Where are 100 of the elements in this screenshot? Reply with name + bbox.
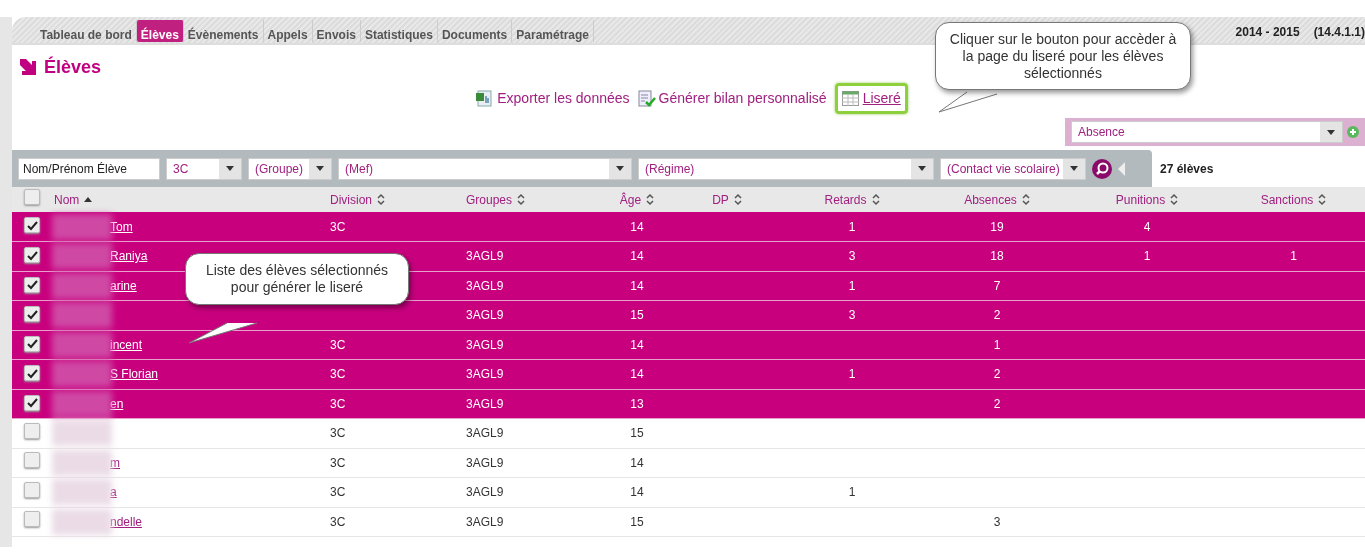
table-cell: 14	[630, 278, 644, 293]
table-cell: 15	[630, 308, 644, 323]
table-cell: 2	[993, 396, 1001, 411]
student-count: 27 élèves	[1159, 160, 1214, 178]
sort-icon	[377, 193, 385, 206]
table-cell: 19	[990, 219, 1004, 234]
sort-icon	[871, 193, 880, 206]
table-cell: 3C	[330, 367, 346, 382]
table-cell: 15	[630, 514, 644, 529]
event-select[interactable]: Absence	[1071, 121, 1343, 143]
table-cell: 3AGL9	[466, 514, 504, 529]
nav-tab[interactable]: Tableau de bord	[36, 20, 137, 42]
action-link[interactable]: Liseré	[834, 83, 908, 114]
redaction-blur	[52, 390, 112, 417]
table-cell: 1	[993, 337, 1001, 352]
row-checkbox[interactable]	[24, 217, 40, 234]
table-cell: 14	[630, 249, 644, 264]
student-name-link[interactable]: S Florian	[110, 365, 159, 384]
check-icon	[26, 219, 38, 231]
action-link[interactable]: Exporter les données	[476, 83, 630, 114]
table-cell: 14	[630, 455, 644, 470]
table-cell: 3AGL9	[466, 367, 504, 382]
table-cell: 14	[630, 337, 644, 352]
caret-icon	[1326, 128, 1336, 136]
table-cell: 2	[993, 367, 1001, 382]
check-icon	[26, 397, 38, 408]
nav-tab[interactable]: Statistiques	[360, 20, 438, 42]
sort-icon	[1318, 193, 1327, 206]
filter-select[interactable]: (Régime)	[638, 157, 934, 180]
student-name-link[interactable]: m	[110, 453, 120, 472]
nav-tab[interactable]: Évènements	[183, 20, 264, 42]
school-year: 2014 - 2015	[1235, 24, 1300, 41]
search-icon[interactable]	[1092, 158, 1112, 179]
redaction-blur	[52, 243, 112, 270]
name-search-field[interactable]: Nom/Prénom Élève	[18, 157, 160, 180]
student-name-link[interactable]: incent	[110, 335, 143, 354]
table-cell: 7	[993, 278, 1001, 293]
table-cell: 3C	[330, 337, 346, 352]
redaction-blur	[52, 331, 112, 358]
row-checkbox[interactable]	[24, 365, 40, 381]
column-header[interactable]: Nom	[54, 190, 93, 209]
row-checkbox[interactable]	[24, 247, 40, 263]
check-icon	[26, 249, 38, 261]
filter-select[interactable]: (Contact vie scolaire)	[940, 157, 1086, 180]
version-number: (14.4.1.1)	[1313, 24, 1365, 41]
spreadsheet-icon	[476, 90, 495, 107]
nav-tab[interactable]: Envois	[312, 20, 361, 42]
student-name-link[interactable]: arine	[110, 276, 137, 295]
table-cell: 1	[848, 485, 856, 500]
student-name-link[interactable]: Tom	[110, 217, 133, 236]
student-name-link[interactable]: Raniya	[110, 247, 148, 266]
row-checkbox[interactable]	[24, 481, 40, 498]
redaction-blur	[52, 302, 112, 329]
table-cell: 3C	[330, 396, 346, 411]
arrow-icon	[20, 59, 36, 75]
action-link[interactable]: Générer bilan personnalisé	[637, 83, 827, 114]
nav-tab[interactable]: Élèves	[136, 20, 184, 42]
redaction-blur	[52, 479, 112, 506]
row-checkbox[interactable]	[24, 335, 40, 352]
check-icon	[26, 308, 38, 320]
table-cell: 3AGL9	[466, 396, 504, 411]
row-checkbox[interactable]	[24, 452, 40, 469]
check-icon	[26, 279, 38, 290]
select-all-checkbox[interactable]	[24, 189, 40, 205]
table-cell: 2	[993, 308, 1001, 323]
check-icon	[26, 338, 38, 349]
redaction-blur	[52, 508, 112, 535]
nav-tab[interactable]: Documents	[437, 20, 513, 42]
filter-select[interactable]: (Groupe)	[248, 157, 332, 180]
sort-icon	[1170, 193, 1179, 206]
filter-select[interactable]: (Mef)	[338, 157, 632, 180]
row-checkbox[interactable]	[24, 306, 40, 322]
row-checkbox[interactable]	[24, 276, 40, 293]
student-name-link[interactable]: ndelle	[110, 512, 143, 531]
row-checkbox[interactable]	[24, 511, 40, 528]
student-name-link[interactable]: en	[110, 394, 124, 413]
table-cell: 15	[630, 426, 644, 441]
table-cell: 3	[848, 249, 856, 264]
table-cell: 3	[848, 308, 856, 323]
redaction-blur	[52, 361, 112, 388]
table-cell: 3C	[330, 455, 346, 470]
sort-icon	[733, 193, 742, 206]
table-cell: 3AGL9	[466, 337, 504, 352]
filter-select[interactable]: 3C	[166, 157, 242, 180]
sort-icon	[646, 193, 655, 206]
table-cell: 14	[630, 219, 644, 234]
row-checkbox[interactable]	[24, 422, 40, 439]
table-cell: 3C	[330, 426, 346, 441]
row-checkbox[interactable]	[24, 394, 40, 411]
table-cell: 3C	[330, 219, 346, 234]
student-name-link[interactable]: a	[110, 483, 117, 502]
table-cell: 1	[848, 219, 856, 234]
sort-icon	[517, 193, 526, 206]
nav-tab[interactable]: Appels	[263, 20, 313, 42]
redaction-blur	[52, 272, 112, 299]
redaction-blur	[52, 420, 112, 447]
sort-ascending-icon	[84, 197, 93, 202]
nav-tab[interactable]: Paramétrage	[512, 20, 594, 42]
table-cell: 1	[1290, 249, 1297, 264]
caret-icon	[315, 165, 325, 172]
